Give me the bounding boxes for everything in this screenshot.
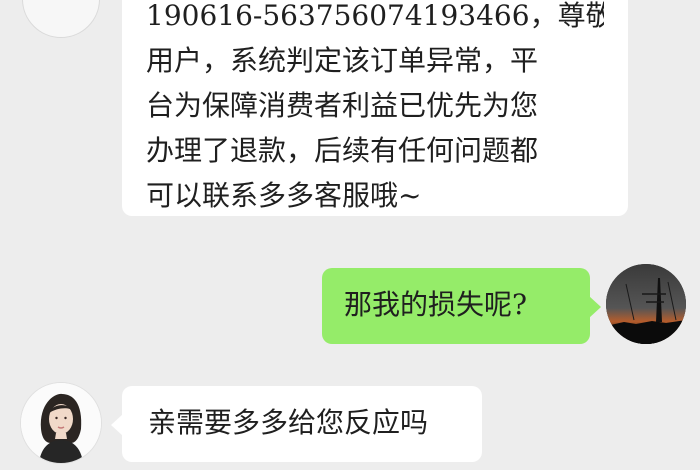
message-line: 用户，系统判定该订单异常，平 xyxy=(146,44,539,77)
user-avatar[interactable] xyxy=(606,264,686,344)
service-avatar-partial[interactable] xyxy=(22,0,100,38)
message-bubble-received[interactable]: 亲需要多多给您反应吗 xyxy=(111,386,482,462)
message-bubble-sent[interactable]: 那我的损失呢? xyxy=(322,268,601,344)
woman-portrait-icon xyxy=(21,383,101,463)
service-avatar[interactable] xyxy=(20,382,102,464)
message-line: 台为保障消费者利益已优先为您 xyxy=(146,89,539,122)
message-text: 那我的损失呢? xyxy=(344,288,528,321)
message-line: 190616-563756074193466，尊敬的 xyxy=(146,0,604,32)
night-scene-icon xyxy=(606,264,686,344)
chat-area: 190616-563756074193466，尊敬的 用户，系统判定该订单异常，… xyxy=(0,0,700,470)
message-line: 办理了退款，后续有任何问题都 xyxy=(146,134,539,167)
message-bubble-received[interactable]: 190616-563756074193466，尊敬的 用户，系统判定该订单异常，… xyxy=(122,0,628,216)
message-line: 可以联系多多客服哦~ xyxy=(146,179,422,212)
message-text: 亲需要多多给您反应吗 xyxy=(148,406,429,439)
